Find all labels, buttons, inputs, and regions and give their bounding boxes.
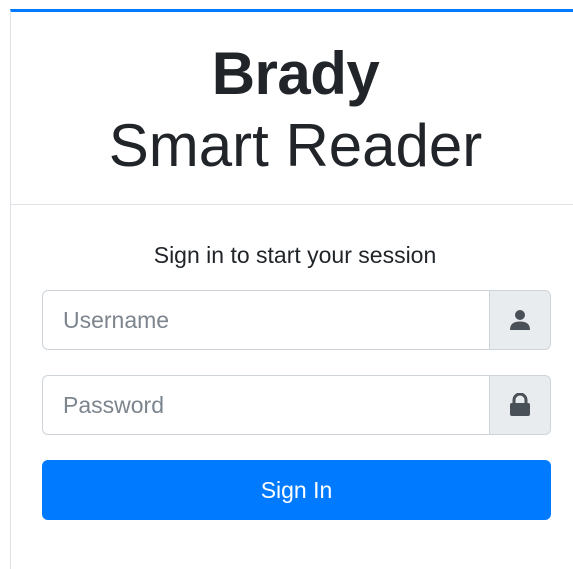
- password-group: [42, 375, 551, 435]
- user-icon: [510, 310, 530, 330]
- password-addon: [489, 375, 551, 435]
- sign-in-button[interactable]: Sign In: [42, 460, 551, 520]
- login-message: Sign in to start your session: [153, 242, 437, 268]
- brand-subtitle: Smart Reader: [108, 112, 483, 179]
- brand-title: Brady: [211, 40, 380, 107]
- login-logo: Brady Smart Reader: [11, 12, 573, 205]
- lock-icon: [510, 393, 530, 416]
- username-input[interactable]: [42, 290, 489, 350]
- password-input[interactable]: [42, 375, 489, 435]
- login-card: Brady Smart Reader Sign in to start your…: [10, 9, 573, 569]
- username-group: [42, 290, 551, 350]
- login-form: Sign in to start your session Sign In: [11, 240, 573, 520]
- username-addon: [489, 290, 551, 350]
